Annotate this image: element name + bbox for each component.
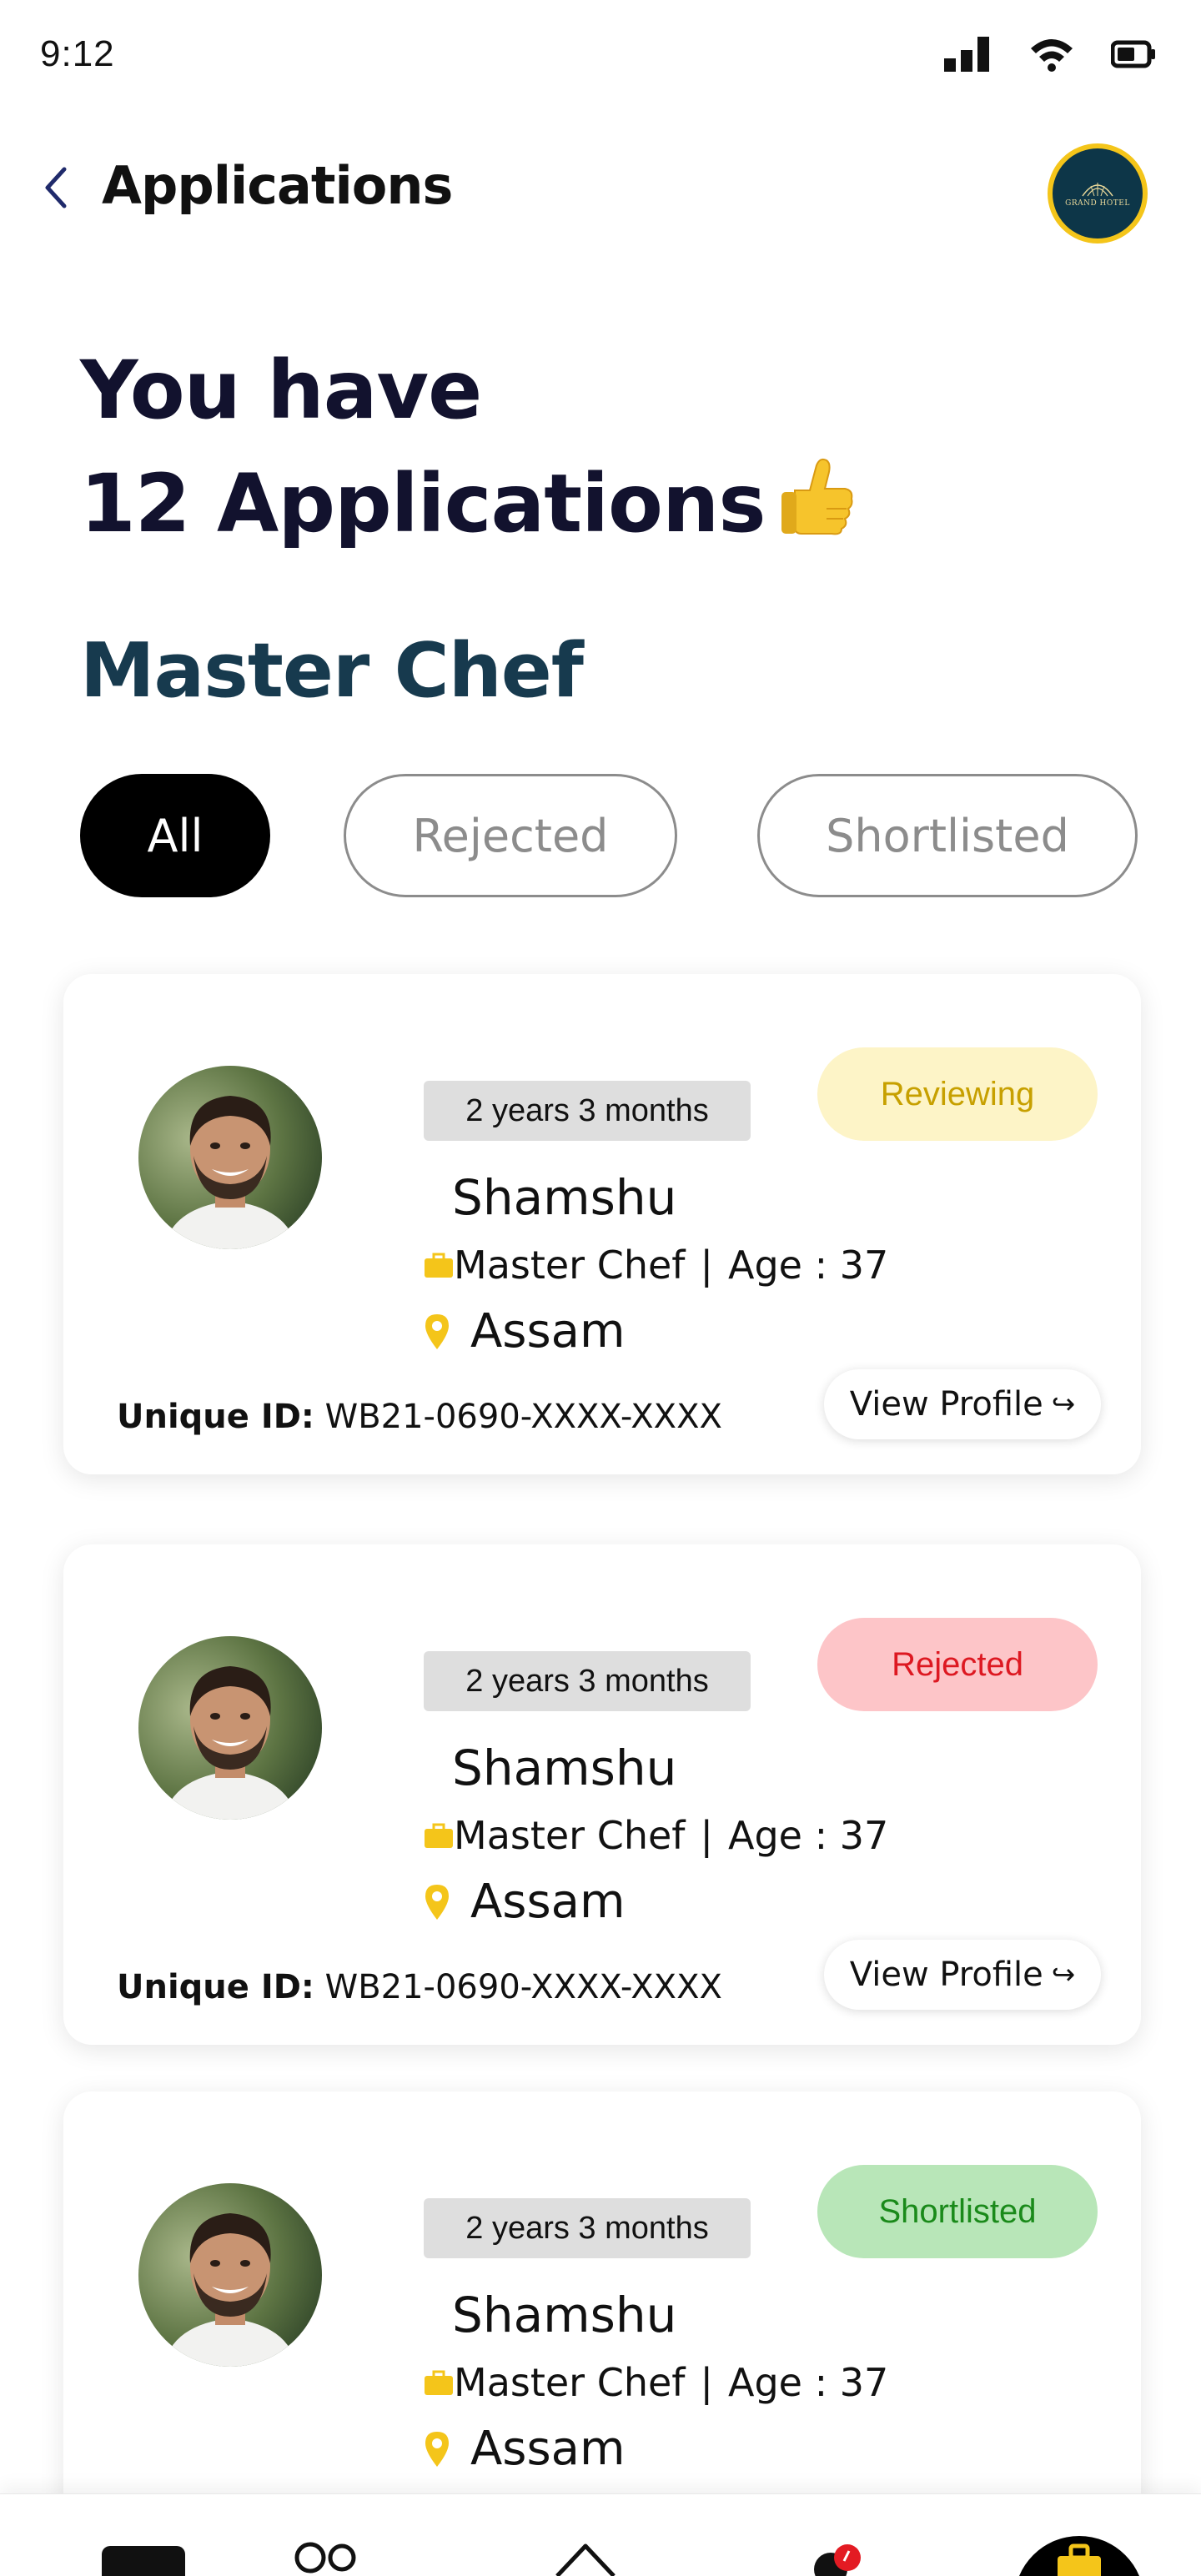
location-text: Assam [470, 1304, 626, 1358]
location-pin-icon [425, 1884, 449, 1920]
experience-badge: 2 years 3 months [424, 1651, 751, 1711]
status-bar: 9:12 [0, 0, 1201, 108]
chevron-left-icon [45, 167, 67, 208]
experience-badge: 2 years 3 months [424, 2198, 751, 2258]
role-line: Master Chef | Age : 37 [424, 1243, 888, 1288]
unique-id: Unique ID: WB21-0690-XXXX-XXXX [117, 1398, 722, 1436]
briefcase-icon [425, 1823, 453, 1848]
hotel-emblem-icon [1082, 183, 1113, 197]
home-icon [555, 2543, 616, 2576]
page-title: Applications [102, 155, 453, 216]
filter-rejected[interactable]: Rejected [344, 774, 677, 897]
app-header: Applications GRAND HOTEL [0, 125, 1201, 250]
filter-shortlisted[interactable]: Shortlisted [757, 774, 1138, 897]
status-time: 9:12 [40, 33, 115, 74]
location-text: Assam [470, 1875, 626, 1929]
separator: | [700, 1813, 713, 1858]
unique-id-value: WB21-0690-XXXX-XXXX [324, 1968, 722, 2006]
people-icon [294, 2542, 356, 2573]
filter-all[interactable]: All [80, 774, 270, 897]
avatar [138, 1636, 322, 1820]
applications-count-text: 12 Applications [80, 457, 766, 550]
role-line: Master Chef | Age : 37 [424, 1813, 888, 1858]
signal-icon [944, 37, 989, 72]
hero-section: You have 12 Applications [80, 334, 1081, 566]
unique-id-label: Unique ID: [117, 1398, 314, 1436]
separator: | [700, 1243, 713, 1288]
role-text: Master Chef [454, 1813, 686, 1858]
candidate-name: Shamshu [452, 1169, 677, 1226]
avatar [138, 2183, 322, 2367]
back-button[interactable] [37, 163, 73, 213]
role-line: Master Chef | Age : 37 [424, 2360, 888, 2405]
experience-badge: 2 years 3 months [424, 1081, 751, 1141]
profile-briefcase-icon [1019, 2536, 1139, 2576]
candidate-name: Shamshu [452, 1740, 677, 1796]
application-card[interactable]: 2 years 3 months Rejected Shamshu Master… [63, 1544, 1141, 2045]
nav-jobs[interactable] [102, 2544, 185, 2576]
unique-id-label: Unique ID: [117, 1968, 314, 2006]
hotel-logo-avatar[interactable]: GRAND HOTEL [1048, 143, 1148, 244]
status-badge: Reviewing [817, 1047, 1098, 1141]
avatar [138, 1066, 322, 1249]
candidate-name: Shamshu [452, 2287, 677, 2343]
role-text: Master Chef [454, 1243, 686, 1288]
briefcase-nav-icon [102, 2546, 185, 2576]
location-line: Assam [424, 1304, 626, 1358]
briefcase-icon [425, 2370, 453, 2395]
location-pin-icon [425, 1313, 449, 1349]
thumbs-up-icon [776, 453, 857, 566]
age-text: Age : 37 [727, 1243, 889, 1288]
location-pin-icon [425, 2431, 449, 2467]
share-arrow-icon: ↪ [1051, 1388, 1076, 1421]
separator: | [700, 2360, 713, 2405]
bottom-nav [0, 2493, 1201, 2576]
hero-line-1: You have [80, 344, 482, 437]
application-card[interactable]: 2 years 3 months Reviewing Shamshu Maste… [63, 974, 1141, 1474]
location-text: Assam [470, 2422, 626, 2476]
age-text: Age : 37 [727, 1813, 889, 1858]
location-line: Assam [424, 1875, 626, 1929]
unique-id-value: WB21-0690-XXXX-XXXX [324, 1398, 722, 1436]
view-profile-label: View Profile [849, 1956, 1043, 1994]
status-badge: Rejected [817, 1618, 1098, 1711]
job-title: Master Chef [80, 627, 584, 715]
battery-icon [1111, 40, 1155, 68]
hotel-logo-text: GRAND HOTEL [1065, 199, 1130, 208]
nav-home[interactable] [554, 2534, 617, 2576]
nav-profile[interactable] [1013, 2534, 1146, 2576]
status-badge: Shortlisted [817, 2165, 1098, 2258]
location-line: Assam [424, 2422, 626, 2476]
nav-people[interactable] [292, 2536, 362, 2576]
share-arrow-icon: ↪ [1051, 1958, 1076, 1991]
hero-line-2: 12 Applications [80, 447, 1081, 566]
view-profile-button[interactable]: View Profile ↪ [824, 1940, 1101, 2010]
role-text: Master Chef [454, 2360, 686, 2405]
age-text: Age : 37 [727, 2360, 889, 2405]
status-icons [944, 37, 1156, 72]
briefcase-icon [425, 1253, 453, 1278]
nav-notifications[interactable] [809, 2536, 867, 2576]
wifi-icon [1031, 39, 1073, 72]
view-profile-button[interactable]: View Profile ↪ [824, 1369, 1101, 1439]
view-profile-label: View Profile [849, 1385, 1043, 1424]
unique-id: Unique ID: WB21-0690-XXXX-XXXX [117, 1968, 722, 2006]
notification-icon [814, 2544, 861, 2576]
